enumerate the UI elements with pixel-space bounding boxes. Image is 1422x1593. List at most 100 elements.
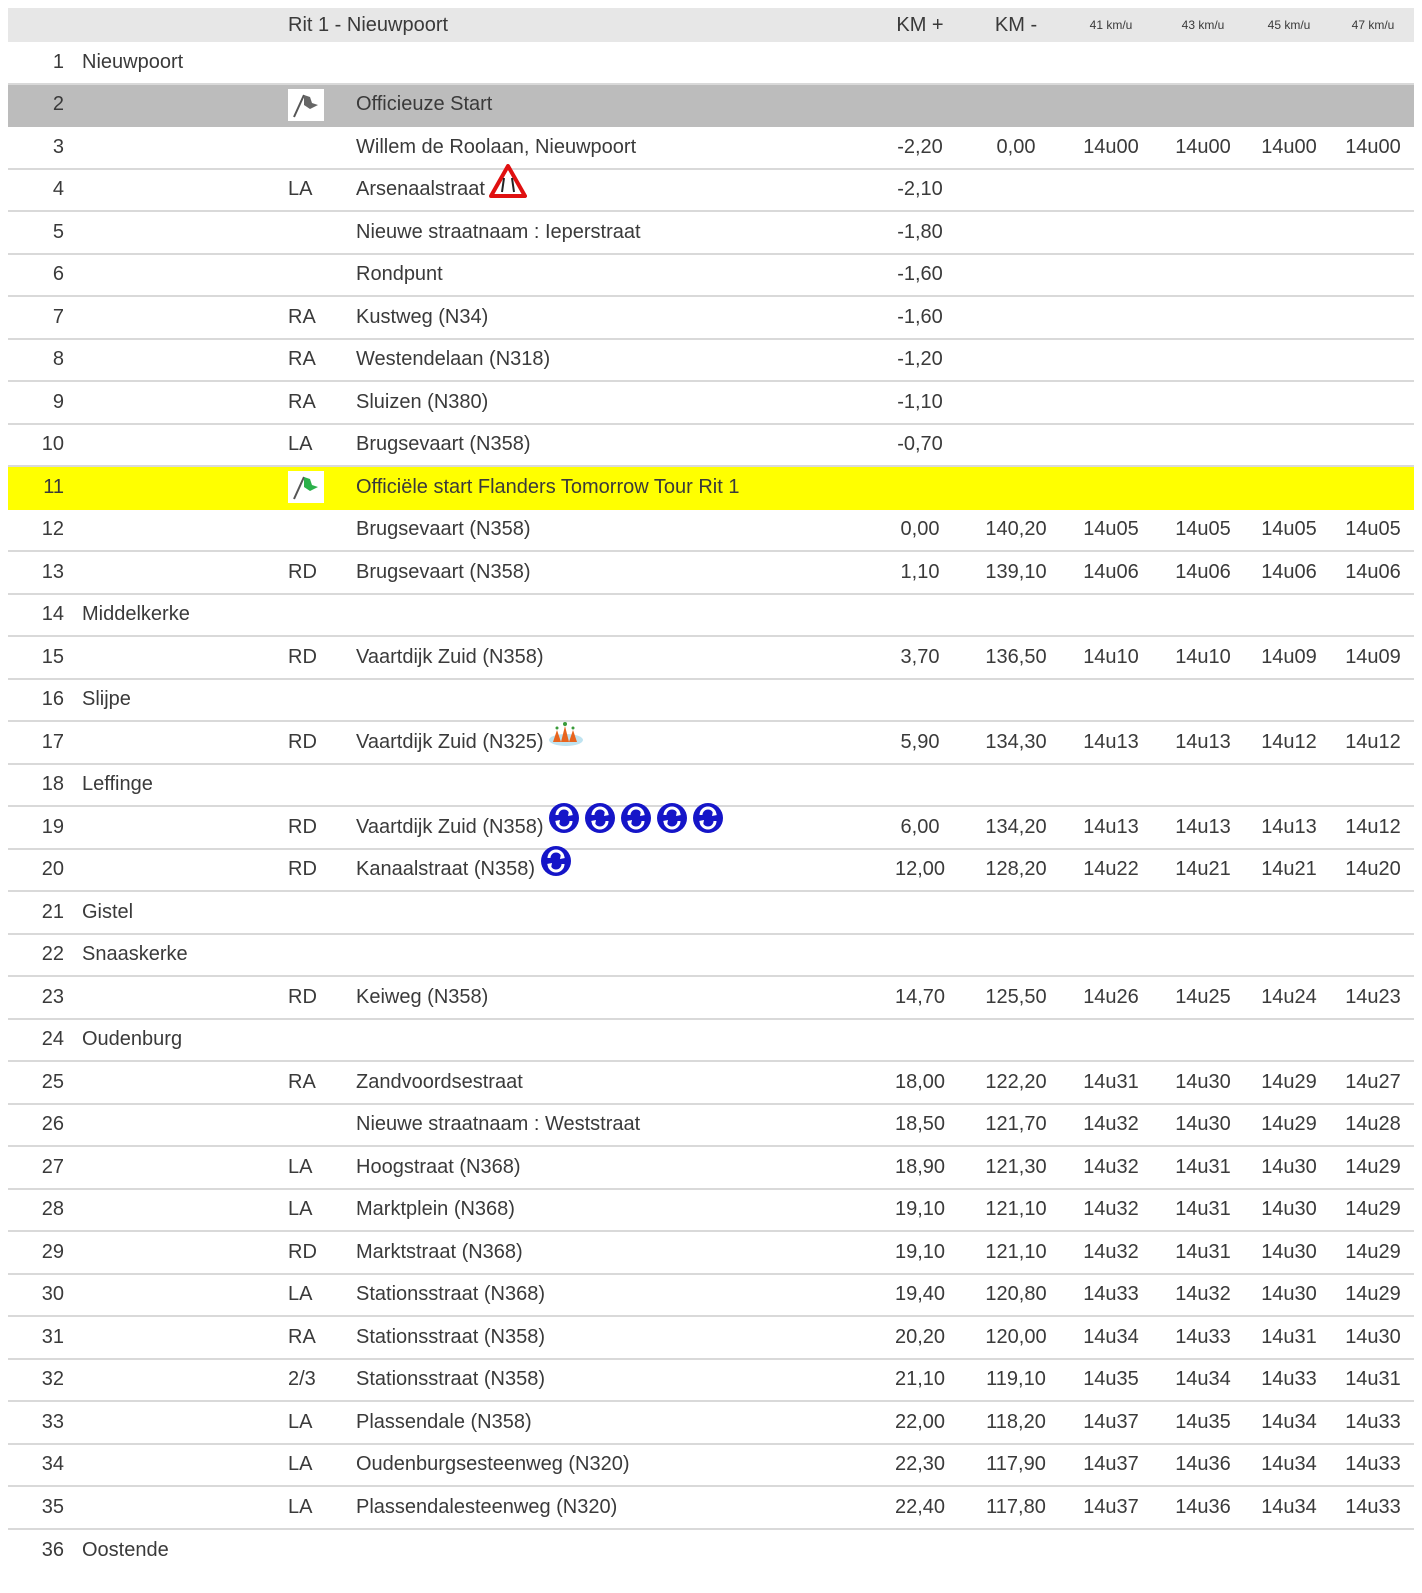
row-number-text: 15 — [41, 645, 64, 668]
street-name-text: Stationsstraat (N358) — [356, 1325, 545, 1348]
street-name: Nieuwe straatnaam : Weststraat — [356, 1105, 640, 1146]
row-number-text: 35 — [41, 1495, 64, 1518]
km-minus-value-text: 117,80 — [986, 1495, 1046, 1518]
km-plus-value-text: -1,60 — [897, 305, 943, 328]
table-row: 8 RA Westendelaan (N318) -1,20 — [8, 340, 1414, 382]
street-name: Vaartdijk Zuid (N358) — [356, 637, 543, 678]
row-number: 21 — [8, 892, 64, 933]
street-name-text: Willem de Roolaan, Nieuwpoort — [356, 135, 637, 158]
km-minus-value-text: 125,50 — [985, 985, 1047, 1008]
table-row: 30 LA Stationsstraat (N368) 19,40 120,80 14u3… — [8, 1275, 1414, 1317]
street-name-text: Marktstraat (N368) — [356, 1240, 523, 1263]
street-name: Brugsevaart (N358) — [356, 552, 531, 593]
table-row: 26 Nieuwe straatnaam : Weststraat 18,50 121… — [8, 1105, 1414, 1147]
row-number-text: 31 — [41, 1325, 64, 1348]
km-plus-value-text: -1,60 — [897, 263, 943, 286]
table-row: 35 LA Plassendalesteenweg (N320) 22,40 117,8… — [8, 1487, 1414, 1530]
row-number-text: 24 — [41, 1028, 64, 1051]
row-number: 33 — [8, 1402, 64, 1443]
table-row: 36 Oostende — [8, 1530, 1414, 1573]
row-number: 25 — [8, 1062, 64, 1103]
place-name-text: Nieuwpoort — [82, 50, 184, 73]
direction-instruction: LA — [288, 1402, 312, 1443]
row-number: 5 — [8, 212, 64, 253]
km-minus-value-text: 121,10 — [985, 1240, 1047, 1263]
arrival-time-4 — [1318, 42, 1422, 83]
row-number: 28 — [8, 1190, 64, 1231]
row-number: 16 — [8, 680, 64, 721]
table-row: 22 Snaaskerke — [8, 935, 1414, 977]
row-number: 8 — [8, 340, 64, 381]
row-number: 20 — [8, 850, 64, 891]
direction-instruction: LA — [288, 1275, 312, 1316]
arrival-time-4: 14u33 — [1345, 1410, 1401, 1433]
row-number-text: 28 — [41, 1198, 64, 1221]
place-name-text: Slijpe — [82, 688, 131, 711]
row-number: 13 — [8, 552, 64, 593]
row-number-text: 32 — [41, 1368, 64, 1391]
direction-instruction: RD — [288, 722, 317, 763]
table-row: 1 Nieuwpoort — [8, 42, 1414, 85]
row-number: 17 — [8, 722, 64, 763]
table-row: 2 Officieuze Start — [8, 84, 1414, 127]
direction-instruction-text: LA — [288, 1453, 313, 1476]
direction-instruction: RA — [288, 1317, 316, 1358]
direction-instruction — [288, 467, 324, 508]
row-number: 4 — [8, 170, 64, 211]
street-name: Stationsstraat (N368) — [356, 1275, 545, 1316]
street-name-text: Zandvoordsestraat — [356, 1070, 523, 1093]
row-number: 1 — [8, 42, 64, 83]
flag-icon-grey — [288, 88, 324, 121]
street-name: Kanaalstraat (N358) — [356, 845, 573, 891]
direction-instruction-text: RD — [288, 730, 317, 753]
place-name-text: Oostende — [82, 1539, 169, 1562]
arrival-time-4 — [1318, 680, 1422, 721]
row-number: 10 — [8, 425, 64, 466]
km-minus-value-text: 128,20 — [985, 858, 1047, 881]
roundabout-sign-icon — [583, 801, 617, 841]
row-number-text: 25 — [41, 1070, 64, 1093]
km-minus-value-text: 134,20 — [985, 815, 1047, 838]
arrival-time-4 — [1318, 297, 1422, 338]
arrival-time-4 — [1318, 212, 1422, 253]
direction-instruction: LA — [288, 1445, 312, 1486]
row-number: 31 — [8, 1317, 64, 1358]
row-number-text: 5 — [52, 220, 64, 243]
place-name: Oudenburg — [82, 1020, 182, 1061]
street-name-text: Sluizen (N380) — [356, 390, 489, 413]
km-minus-value-text: 120,80 — [985, 1283, 1047, 1306]
street-name: Kustweg (N34) — [356, 297, 488, 338]
roundabout-sign-icon — [655, 801, 689, 841]
street-name: Brugsevaart (N358) — [356, 510, 531, 551]
table-row: 16 Slijpe — [8, 680, 1414, 722]
row-number: 24 — [8, 1020, 64, 1061]
arrival-time-4: 14u29 — [1345, 1240, 1401, 1263]
row-number-text: 29 — [41, 1240, 64, 1263]
km-plus-value-text: 19,10 — [894, 1240, 946, 1263]
direction-instruction-text: LA — [288, 1283, 313, 1306]
arrival-time-4 — [1318, 765, 1422, 806]
street-name-text: Vaartdijk Zuid (N358) — [356, 815, 544, 838]
row-number: 7 — [8, 297, 64, 338]
km-minus-value-text: 121,70 — [985, 1113, 1047, 1136]
street-name: Stationsstraat (N358) — [356, 1317, 545, 1358]
table-row: 12 Brugsevaart (N358) 0,00 140,20 14u05 14u05… — [8, 510, 1414, 552]
direction-instruction: LA — [288, 425, 312, 466]
street-name-text: Brugsevaart (N358) — [356, 518, 531, 541]
direction-instruction-text: LA — [288, 1155, 313, 1178]
arrival-time-4 — [1318, 170, 1422, 211]
km-plus-value-text: -1,10 — [897, 390, 943, 413]
flag-icon-green — [288, 471, 324, 504]
table-row: 23 RD Keiweg (N358) 14,70 125,50 14u26 14u25 14… — [8, 977, 1414, 1020]
row-number: 36 — [8, 1530, 64, 1573]
km-plus-value-text: 0,00 — [900, 518, 940, 541]
row-number-text: 23 — [41, 985, 64, 1008]
arrival-time-4: 14u30 — [1345, 1325, 1401, 1348]
direction-instruction: RA — [288, 340, 316, 381]
street-name-text: Brugsevaart (N358) — [356, 433, 531, 456]
arrival-time-4: 14u00 — [1345, 135, 1401, 158]
arrival-time-4: 14u05 — [1345, 518, 1401, 541]
row-number: 15 — [8, 637, 64, 678]
street-sign-icons — [539, 844, 573, 884]
table-row: 5 Nieuwe straatnaam : Ieperstraat -1,80 — [8, 212, 1414, 255]
